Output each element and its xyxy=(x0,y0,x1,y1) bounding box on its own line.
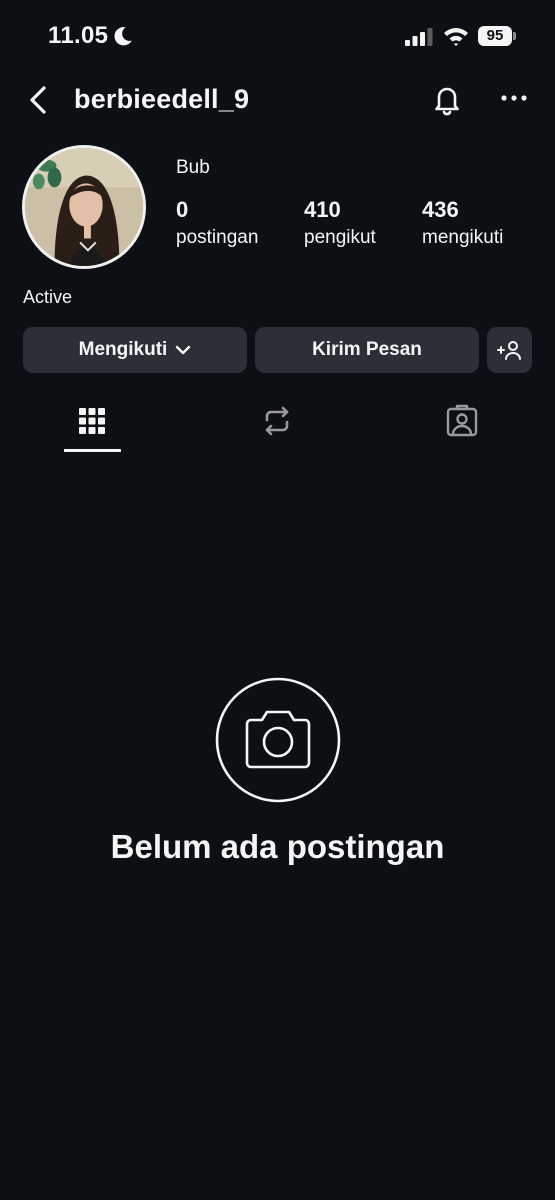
bell-icon[interactable] xyxy=(430,82,464,116)
battery-level: 95 xyxy=(478,26,512,46)
chevron-down-icon xyxy=(176,345,191,355)
signal-icon xyxy=(405,28,433,46)
status-bar: 11.05 95 xyxy=(0,0,555,76)
stat-following[interactable]: 436 mengikuti xyxy=(422,197,503,249)
active-tab-indicator xyxy=(64,449,121,452)
message-button-label: Kirim Pesan xyxy=(312,339,422,360)
following-button[interactable]: Mengikuti xyxy=(23,327,247,373)
tab-reposts[interactable] xyxy=(247,400,307,452)
followers-label: pengikut xyxy=(304,227,376,248)
following-label: mengikuti xyxy=(422,227,504,248)
avatar-photo xyxy=(25,148,143,266)
moon-icon xyxy=(114,27,132,46)
display-name: Bub xyxy=(176,157,210,178)
more-options-icon[interactable] xyxy=(500,94,528,102)
profile-bio: Active xyxy=(23,287,73,307)
suggest-people-button[interactable] xyxy=(487,327,532,373)
add-person-icon xyxy=(496,341,521,360)
profile-header: berbieedell_9 xyxy=(0,76,555,122)
grid-icon xyxy=(79,408,105,434)
following-button-label: Mengikuti xyxy=(78,339,168,360)
profile-tabs xyxy=(0,400,555,452)
camera-icon xyxy=(215,677,341,803)
profile-username: berbieedell_9 xyxy=(74,84,250,114)
empty-state-title: Belum ada postingan xyxy=(110,828,445,865)
following-count: 436 xyxy=(422,197,459,222)
message-button[interactable]: Kirim Pesan xyxy=(255,327,479,373)
tab-tagged[interactable] xyxy=(432,400,492,452)
wifi-icon xyxy=(444,28,468,46)
posts-label: postingan xyxy=(176,227,259,248)
posts-count: 0 xyxy=(176,197,189,222)
profile-screen: 11.05 95 berbieedell_9 Bub 0 postingan 4… xyxy=(0,0,555,1200)
tagged-icon xyxy=(446,404,478,437)
tab-posts-grid[interactable] xyxy=(62,400,122,452)
stat-posts[interactable]: 0 postingan xyxy=(176,197,258,249)
battery-tip xyxy=(513,32,516,40)
profile-avatar[interactable] xyxy=(22,145,146,269)
followers-count: 410 xyxy=(304,197,341,222)
stat-followers[interactable]: 410 pengikut xyxy=(304,197,376,249)
reposts-icon xyxy=(265,406,289,436)
status-time: 11.05 xyxy=(48,22,109,49)
back-arrow-icon[interactable] xyxy=(26,84,50,116)
